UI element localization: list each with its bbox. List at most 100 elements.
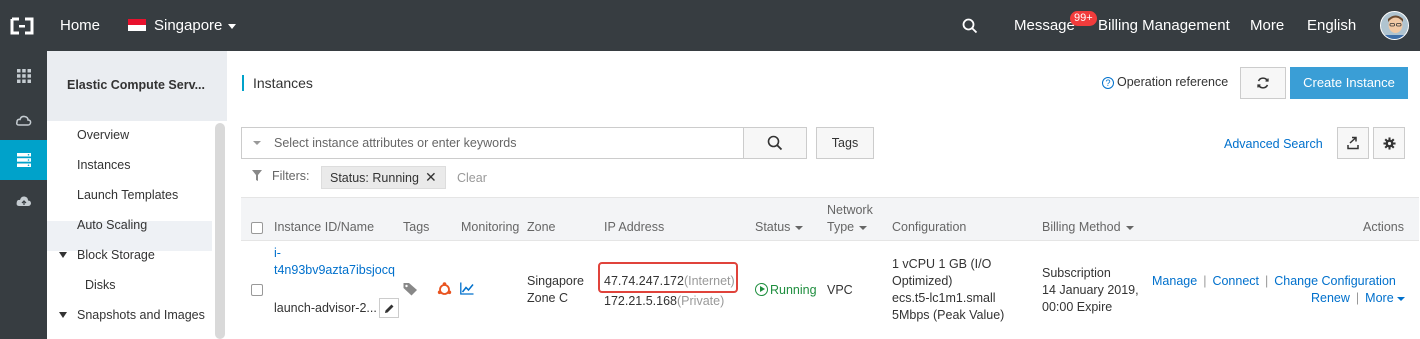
column-network-type-line1: Network bbox=[827, 203, 873, 217]
column-status-label: Status bbox=[755, 220, 791, 234]
private-ip[interactable]: 172.21.5.168(Private) bbox=[604, 293, 724, 310]
config-line1: 1 vCPU 1 GB (I/O bbox=[892, 257, 992, 271]
refresh-icon bbox=[1257, 77, 1269, 89]
more-actions-label: More bbox=[1365, 291, 1394, 305]
sidebar-item-launch-templates[interactable]: Launch Templates bbox=[77, 188, 178, 202]
expand-triangle-icon[interactable] bbox=[59, 252, 67, 258]
attribute-dropdown-caret-icon[interactable] bbox=[253, 141, 261, 145]
column-ip-address: IP Address bbox=[604, 220, 665, 234]
status-label: Running bbox=[770, 283, 817, 297]
sidebar-item-auto-scaling[interactable]: Auto Scaling bbox=[77, 218, 147, 232]
server-list-icon bbox=[16, 153, 31, 167]
filters-label: Filters: bbox=[272, 169, 310, 183]
create-instance-button[interactable]: Create Instance bbox=[1290, 67, 1408, 99]
sidebar-item-disks[interactable]: Disks bbox=[85, 278, 116, 292]
instance-id-link-line1[interactable]: i- bbox=[274, 245, 281, 262]
sidebar-item-snapshots-images[interactable]: Snapshots and Images bbox=[77, 308, 205, 322]
change-configuration-link[interactable]: Change Configuration bbox=[1274, 274, 1396, 288]
billing-line2: 14 January 2019, bbox=[1042, 283, 1139, 297]
zone-line2: Zone C bbox=[527, 291, 568, 305]
clear-filters-link[interactable]: Clear bbox=[457, 171, 487, 185]
column-zone: Zone bbox=[527, 220, 556, 234]
billing-line1: Subscription bbox=[1042, 266, 1111, 280]
refresh-button[interactable] bbox=[1240, 67, 1286, 99]
billing-management-link[interactable]: Billing Management bbox=[1098, 0, 1230, 51]
instance-search-box bbox=[241, 127, 807, 159]
sidebar-item-block-storage[interactable]: Block Storage bbox=[77, 248, 155, 262]
cloud-service-icon bbox=[15, 115, 31, 126]
close-icon[interactable]: ✕ bbox=[425, 169, 437, 185]
column-status[interactable]: Status bbox=[755, 220, 804, 234]
home-link[interactable]: Home bbox=[60, 0, 100, 51]
top-navigation-bar: Home Singapore Message 99+ Billing Manag… bbox=[0, 0, 1420, 51]
column-network-type[interactable]: Type bbox=[827, 220, 868, 234]
rail-overview[interactable] bbox=[0, 101, 47, 141]
column-billing-label: Billing Method bbox=[1042, 220, 1121, 234]
renew-link[interactable]: Renew bbox=[1311, 291, 1350, 305]
status-running: Running bbox=[755, 282, 817, 299]
message-count-badge: 99+ bbox=[1070, 11, 1097, 26]
export-button[interactable] bbox=[1337, 127, 1369, 159]
column-billing-method[interactable]: Billing Method bbox=[1042, 220, 1134, 234]
column-network-type-label: Type bbox=[827, 220, 855, 234]
region-label: Singapore bbox=[154, 17, 223, 34]
operation-reference-link[interactable]: ? Operation reference bbox=[1102, 75, 1228, 89]
message-link[interactable]: Message bbox=[1014, 0, 1075, 51]
select-all-checkbox[interactable] bbox=[251, 222, 263, 234]
sort-caret-icon bbox=[795, 225, 804, 230]
column-monitoring: Monitoring bbox=[461, 220, 520, 234]
settings-button[interactable] bbox=[1373, 127, 1405, 159]
more-menu[interactable]: More bbox=[1250, 0, 1284, 51]
chevron-down-icon bbox=[1396, 296, 1405, 301]
actions-line1: Manage | Connect | Change Configuration bbox=[1152, 273, 1396, 290]
search-icon bbox=[767, 135, 783, 151]
sidebar-scrollbar[interactable] bbox=[215, 123, 225, 339]
monitoring-chart-icon[interactable] bbox=[460, 282, 474, 295]
search-icon[interactable] bbox=[962, 18, 978, 34]
row-checkbox[interactable] bbox=[251, 284, 263, 296]
sidebar-item-overview[interactable]: Overview bbox=[77, 128, 129, 142]
instance-name: launch-advisor-2... bbox=[274, 301, 377, 315]
separator: | bbox=[1265, 274, 1269, 288]
rail-ecs[interactable] bbox=[0, 140, 47, 180]
column-configuration: Configuration bbox=[892, 220, 967, 234]
language-selector[interactable]: English bbox=[1307, 0, 1356, 51]
instance-id-link[interactable]: t4n93bv9azta7ibsjocq bbox=[274, 262, 395, 279]
user-avatar[interactable] bbox=[1380, 11, 1409, 40]
filter-chip-status[interactable]: Status: Running ✕ bbox=[321, 166, 446, 189]
filter-icon bbox=[252, 170, 262, 181]
region-selector[interactable]: Singapore bbox=[128, 0, 237, 51]
rail-products[interactable] bbox=[0, 56, 47, 96]
manage-link[interactable]: Manage bbox=[1152, 274, 1197, 288]
grid-icon bbox=[16, 69, 31, 83]
private-ip-value: 172.21.5.168 bbox=[604, 294, 677, 308]
expand-triangle-icon[interactable] bbox=[59, 312, 67, 318]
search-input[interactable] bbox=[274, 128, 739, 158]
more-actions-dropdown[interactable]: More bbox=[1365, 291, 1405, 305]
rail-storage[interactable] bbox=[0, 181, 47, 221]
sidebar-menu: Overview Instances Launch Templates Auto… bbox=[47, 121, 227, 339]
column-instance-id: Instance ID/Name bbox=[274, 220, 375, 234]
export-icon bbox=[1347, 136, 1359, 150]
filter-chip-label: Status: Running bbox=[330, 171, 419, 185]
tag-icon[interactable] bbox=[403, 282, 418, 296]
sort-caret-icon bbox=[859, 225, 868, 230]
config-line4: 5Mbps (Peak Value) bbox=[892, 308, 1005, 322]
public-ip[interactable]: 47.74.247.172(Internet) bbox=[604, 273, 735, 290]
tags-button[interactable]: Tags bbox=[816, 127, 874, 159]
edit-name-button[interactable] bbox=[379, 298, 399, 318]
public-ip-tag: (Internet) bbox=[683, 274, 735, 288]
product-rail bbox=[0, 51, 47, 339]
search-button[interactable] bbox=[743, 127, 807, 159]
connect-link[interactable]: Connect bbox=[1212, 274, 1259, 288]
operation-reference-label: Operation reference bbox=[1117, 75, 1229, 89]
table-header: Instance ID/Name Tags Monitoring Zone IP… bbox=[241, 197, 1419, 241]
network-type: VPC bbox=[827, 283, 853, 297]
console-logo-icon[interactable] bbox=[10, 17, 34, 35]
config-line3: ecs.t5-lc1m1.small bbox=[892, 291, 996, 305]
gear-icon bbox=[1382, 136, 1396, 150]
separator: | bbox=[1355, 291, 1360, 305]
sidebar-item-instances[interactable]: Instances bbox=[77, 158, 131, 172]
advanced-search-link[interactable]: Advanced Search bbox=[1224, 137, 1323, 151]
table-row: i- t4n93bv9azta7ibsjocq launch-advisor-2… bbox=[241, 241, 1419, 339]
